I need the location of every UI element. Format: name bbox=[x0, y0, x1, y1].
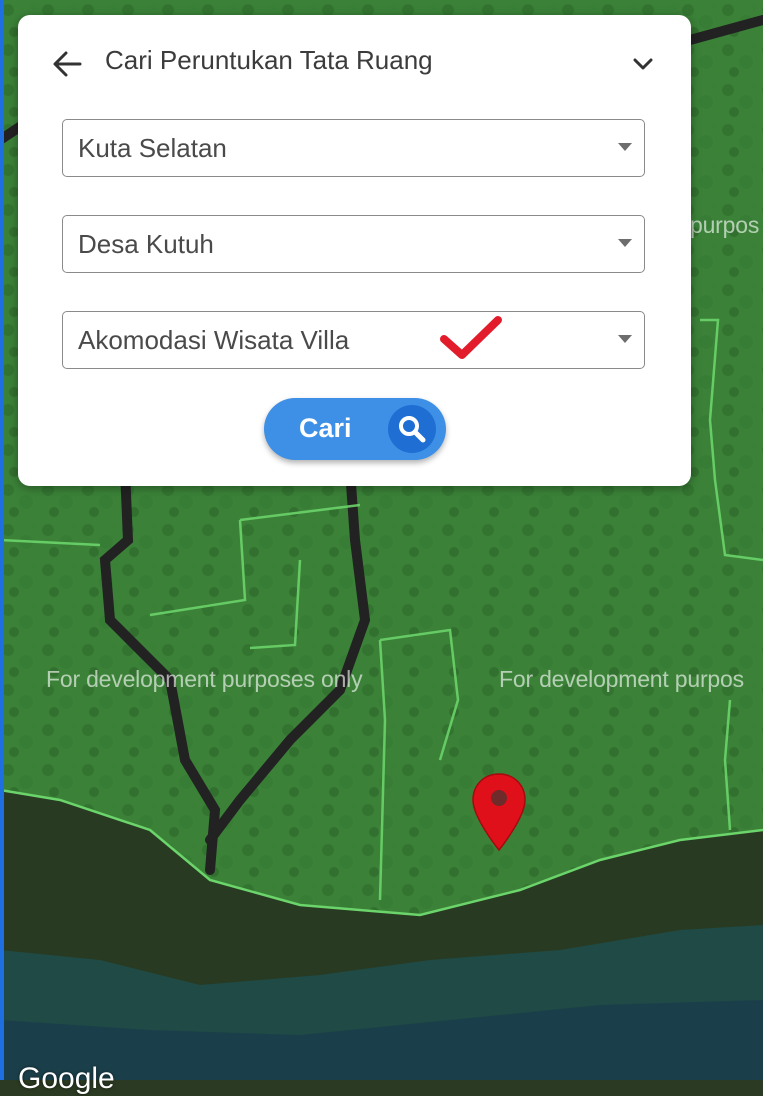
panel-title: Cari Peruntukan Tata Ruang bbox=[105, 45, 433, 75]
caret-down-icon bbox=[618, 335, 632, 343]
search-panel: Cari Peruntukan Tata Ruang Kuta Selatan … bbox=[18, 15, 691, 486]
dev-watermark: For development purposes only bbox=[46, 666, 363, 692]
search-button[interactable]: Cari bbox=[264, 398, 446, 460]
map-pin-icon[interactable] bbox=[470, 772, 528, 852]
dev-watermark-right: For development purpos bbox=[499, 666, 744, 692]
search-button-label: Cari bbox=[299, 413, 352, 443]
district-select[interactable]: Kuta Selatan bbox=[62, 119, 645, 177]
search-icon-badge bbox=[388, 405, 436, 453]
village-select[interactable]: Desa Kutuh bbox=[62, 215, 645, 273]
panel-header: Cari Peruntukan Tata Ruang bbox=[18, 15, 691, 110]
district-select-value: Kuta Selatan bbox=[78, 133, 227, 163]
search-icon bbox=[399, 416, 426, 443]
caret-down-icon bbox=[618, 143, 632, 151]
google-logo: Google bbox=[18, 1062, 115, 1095]
arrow-left-icon[interactable] bbox=[50, 47, 84, 81]
dev-watermark-partial: purpos bbox=[690, 212, 760, 238]
village-select-value: Desa Kutuh bbox=[78, 229, 214, 259]
caret-down-icon bbox=[618, 239, 632, 247]
zoning-select[interactable]: Akomodasi Wisata Villa bbox=[62, 311, 645, 369]
zoning-select-value: Akomodasi Wisata Villa bbox=[78, 325, 350, 355]
chevron-down-icon[interactable] bbox=[630, 51, 656, 77]
viewport-edge bbox=[0, 0, 4, 1080]
checkmark-icon bbox=[440, 316, 502, 359]
